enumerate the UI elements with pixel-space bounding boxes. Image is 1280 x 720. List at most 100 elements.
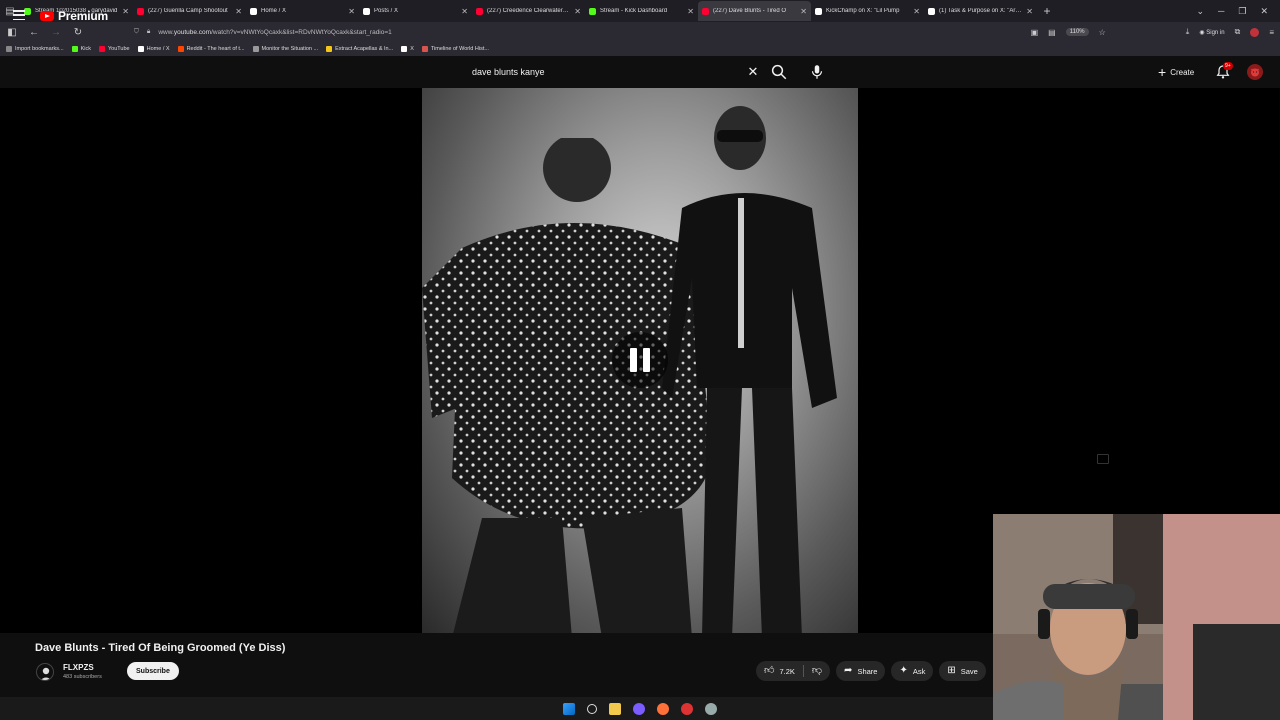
restore-button[interactable]: ❐	[1238, 6, 1246, 17]
devil-avatar-icon	[1251, 68, 1259, 77]
lock-icon: 🔒︎	[146, 28, 151, 35]
tab-close-icon[interactable]: ✕	[348, 7, 355, 16]
tab-title: (227) Creedence Clearwater Re	[487, 8, 571, 14]
browser-tab[interactable]: (227) Dave Blunts - Tired O ✕	[698, 1, 811, 21]
create-button[interactable]: + Create	[1158, 64, 1194, 80]
tab-favicon-icon	[137, 7, 144, 15]
channel-name[interactable]: FLXPZS	[63, 663, 94, 672]
browser-tab[interactable]: Stream - Kick Dashboard ✕	[585, 1, 698, 21]
subscribe-button[interactable]: Subscribe	[127, 662, 179, 680]
like-button[interactable]: 👍︎ 7.2K	[756, 666, 803, 676]
bookmark-item[interactable]: X	[401, 46, 414, 52]
bookmark-label: X	[410, 46, 414, 52]
miniplayer-icon[interactable]	[1097, 454, 1109, 464]
pause-icon-bar	[630, 348, 637, 372]
tab-close-icon[interactable]: ✕	[122, 7, 129, 16]
window-controls: ⌄ ─ ❐ ✕	[1196, 0, 1280, 22]
save-button[interactable]: ⊞ Save	[939, 661, 986, 681]
address-bar[interactable]: ⛉ 🔒︎ www.youtube.com/watch?v=vNWtYoQcaxk…	[134, 28, 1021, 36]
pip-icon[interactable]: ▣	[1031, 28, 1039, 37]
hamburger-menu-icon[interactable]	[13, 10, 25, 20]
close-window-button[interactable]: ✕	[1260, 6, 1268, 17]
taskbar-search-icon[interactable]	[587, 703, 597, 714]
dislike-button[interactable]: 👎︎	[804, 666, 830, 676]
bookmark-item[interactable]: Reddit - The heart of t...	[177, 46, 245, 52]
video-actions: 👍︎ 7.2K 👎︎ ➦ Share ✦ Ask ⊞ Save	[756, 661, 986, 681]
microphone-icon[interactable]	[808, 63, 826, 81]
bookmark-label: YouTube	[108, 46, 130, 52]
search-input[interactable]	[462, 67, 766, 77]
tab-favicon-icon	[24, 7, 31, 15]
search-icon[interactable]	[770, 63, 788, 81]
tab-favicon-icon	[589, 7, 596, 15]
reload-button[interactable]: ↻	[72, 27, 84, 38]
zoom-level[interactable]: 110%	[1065, 28, 1089, 36]
channel-avatar[interactable]	[36, 663, 54, 681]
bookmark-item[interactable]: Kick	[71, 46, 91, 52]
youtube-premium-logo[interactable]: Premium	[40, 9, 108, 23]
share-button[interactable]: ➦ Share	[836, 661, 886, 681]
tab-title: (227) Guerilla Camp Shootout	[148, 8, 228, 14]
browser-tab[interactable]: Home / X ✕	[246, 1, 359, 21]
settings-icon[interactable]	[705, 702, 717, 715]
menu-icon[interactable]: ≡	[1269, 28, 1274, 37]
bookmark-favicon-icon	[401, 46, 408, 52]
ask-button[interactable]: ✦ Ask	[891, 661, 934, 681]
browser-tab[interactable]: Posts / X ✕	[359, 1, 472, 21]
tab-close-icon[interactable]: ✕	[235, 7, 242, 16]
firefox-icon[interactable]	[657, 702, 669, 715]
bookmark-item[interactable]: Monitor the Situation ...	[252, 46, 318, 52]
bookmark-favicon-icon	[326, 46, 333, 52]
new-tab-button[interactable]: +	[1037, 4, 1057, 18]
bookmark-favicon-icon	[99, 46, 105, 52]
bookmark-item[interactable]: YouTube	[99, 46, 130, 52]
bookmark-star-icon[interactable]: ☆	[1099, 28, 1106, 37]
bookmark-item[interactable]: Import bookmarks...	[6, 46, 64, 52]
browser-tab[interactable]: (1) Task & Purpose on X: "Army ✕	[924, 1, 1037, 21]
bookmark-favicon-icon	[137, 46, 144, 52]
browser-tab[interactable]: KickChamp on X: "Lil Pump ✕	[811, 1, 924, 21]
bookmarks-bar: Import bookmarks... Kick YouTube Home / X Re…	[0, 42, 1280, 56]
shield-icon: ⛉	[134, 28, 139, 35]
bookmark-label: Reddit - The heart of t...	[186, 46, 245, 52]
tab-title: (227) Dave Blunts - Tired O	[713, 8, 787, 14]
tab-close-icon[interactable]: ✕	[800, 7, 807, 16]
clear-search-icon[interactable]: ✕	[746, 63, 760, 81]
downloads-icon[interactable]: ⤓	[1186, 27, 1190, 37]
bookmark-label: Kick	[80, 46, 91, 52]
browser-tab[interactable]: (227) Guerilla Camp Shootout ✕	[133, 1, 246, 21]
obs-icon[interactable]	[633, 702, 645, 715]
app-icon[interactable]	[681, 702, 693, 715]
file-explorer-icon[interactable]	[609, 702, 621, 715]
forward-button[interactable]: →	[50, 27, 62, 38]
sidebar-toggle-icon[interactable]: ◧	[6, 27, 18, 38]
extensions-icon[interactable]: ⧉	[1235, 27, 1241, 37]
bookmark-label: Import bookmarks...	[15, 46, 64, 52]
reader-icon[interactable]: ▤	[1048, 28, 1056, 37]
webcam-streamer-image	[993, 514, 1280, 720]
tab-favicon-icon	[702, 7, 709, 15]
tab-close-icon[interactable]: ✕	[1026, 7, 1033, 16]
sign-in-button[interactable]: ◉ Sign in	[1199, 29, 1224, 36]
back-button[interactable]: ←	[28, 27, 40, 38]
browser-tab[interactable]: (227) Creedence Clearwater Re ✕	[472, 1, 585, 21]
bookmark-favicon-icon	[71, 46, 78, 52]
windows-start-icon[interactable]	[563, 702, 575, 715]
tab-close-icon[interactable]: ✕	[574, 7, 581, 16]
bookmark-item[interactable]: Timeline of World Hist...	[421, 46, 489, 52]
thumbs-up-icon: 👍︎	[764, 665, 775, 676]
tab-close-icon[interactable]: ✕	[913, 7, 920, 16]
thumbs-down-icon: 👎︎	[811, 665, 823, 676]
tab-overflow-icon[interactable]: ⌄	[1196, 6, 1204, 17]
bookmark-item[interactable]: Extract Acapellas & In...	[326, 46, 393, 52]
notification-count-badge: 9+	[1223, 62, 1233, 70]
ublock-icon[interactable]	[1250, 27, 1260, 37]
tab-title: Home / X	[261, 8, 287, 14]
pause-button[interactable]	[612, 332, 668, 388]
tab-close-icon[interactable]: ✕	[461, 7, 468, 16]
bookmark-item[interactable]: Home / X	[137, 46, 170, 52]
browser-nav-bar: ◧ ← → ↻ ⛉ 🔒︎ www.youtube.com/watch?v=vNW…	[0, 22, 1280, 42]
tab-close-icon[interactable]: ✕	[687, 7, 694, 16]
minimize-button[interactable]: ─	[1218, 6, 1224, 16]
account-avatar[interactable]	[1247, 64, 1263, 80]
